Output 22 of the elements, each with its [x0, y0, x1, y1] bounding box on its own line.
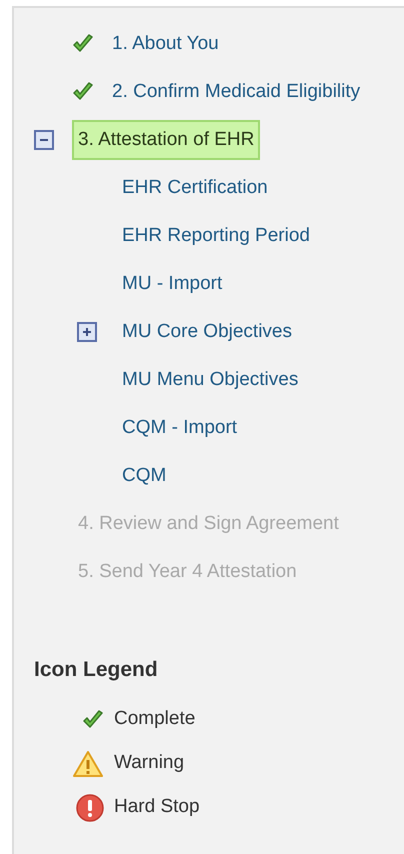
- legend-label: Warning: [114, 751, 184, 776]
- legend-title: Icon Legend: [34, 657, 159, 683]
- hard-stop-icon: [76, 794, 104, 822]
- plus-icon: [82, 327, 92, 337]
- warning-icon: [72, 750, 104, 778]
- step-link[interactable]: 2. Confirm Medicaid Eligibility: [106, 78, 366, 106]
- substep-link[interactable]: MU Menu Objectives: [122, 366, 298, 394]
- substep-link[interactable]: CQM: [122, 462, 166, 490]
- checkmark-icon: [72, 34, 94, 54]
- checkmark-icon: [82, 710, 104, 730]
- expand-button[interactable]: [77, 322, 97, 342]
- legend-label: Hard Stop: [114, 795, 200, 820]
- step-link[interactable]: 1. About You: [106, 30, 225, 58]
- checkmark-icon: [72, 82, 94, 102]
- substep-link[interactable]: MU - Import: [122, 270, 222, 298]
- substep-link[interactable]: EHR Reporting Period: [122, 222, 310, 250]
- substep-link[interactable]: CQM - Import: [122, 414, 238, 442]
- legend-label: Complete: [114, 707, 196, 732]
- substep-link[interactable]: EHR Certification: [122, 174, 268, 202]
- collapse-button[interactable]: [34, 130, 54, 150]
- step-link[interactable]: 3. Attestation of EHR: [72, 120, 260, 160]
- substep-link[interactable]: MU Core Objectives: [122, 318, 292, 346]
